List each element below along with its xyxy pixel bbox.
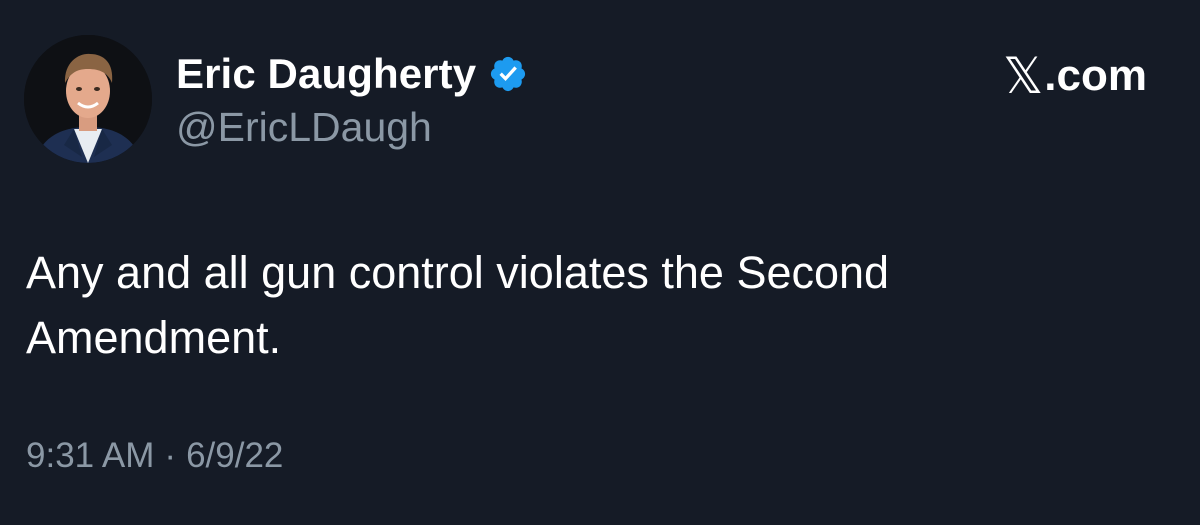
tweet-text: Any and all gun control violates the Sec…	[26, 240, 1146, 370]
avatar[interactable]	[24, 35, 152, 163]
author-handle[interactable]: @EricLDaugh	[176, 104, 432, 151]
timestamp-separator: ·	[164, 436, 177, 475]
x-logo-icon: 𝕏	[1003, 48, 1044, 104]
tweet-text-line: Amendment.	[26, 312, 282, 363]
author-display-name[interactable]: Eric Daugherty	[176, 50, 476, 98]
verified-badge-icon	[488, 54, 528, 94]
brand-domain: .com	[1044, 51, 1147, 100]
avatar-image	[24, 35, 152, 163]
tweet-timestamp[interactable]: 9:31 AM · 6/9/22	[26, 436, 283, 476]
tweet-card: Eric Daugherty @EricLDaugh 𝕏 .com Any an…	[0, 0, 1200, 525]
author-name-row: Eric Daugherty	[176, 46, 528, 102]
x-com-brand: 𝕏 .com	[1003, 48, 1147, 104]
tweet-time: 9:31 AM	[26, 436, 155, 475]
tweet-date: 6/9/22	[186, 436, 284, 475]
tweet-text-line: Any and all gun control violates the Sec…	[26, 247, 890, 298]
